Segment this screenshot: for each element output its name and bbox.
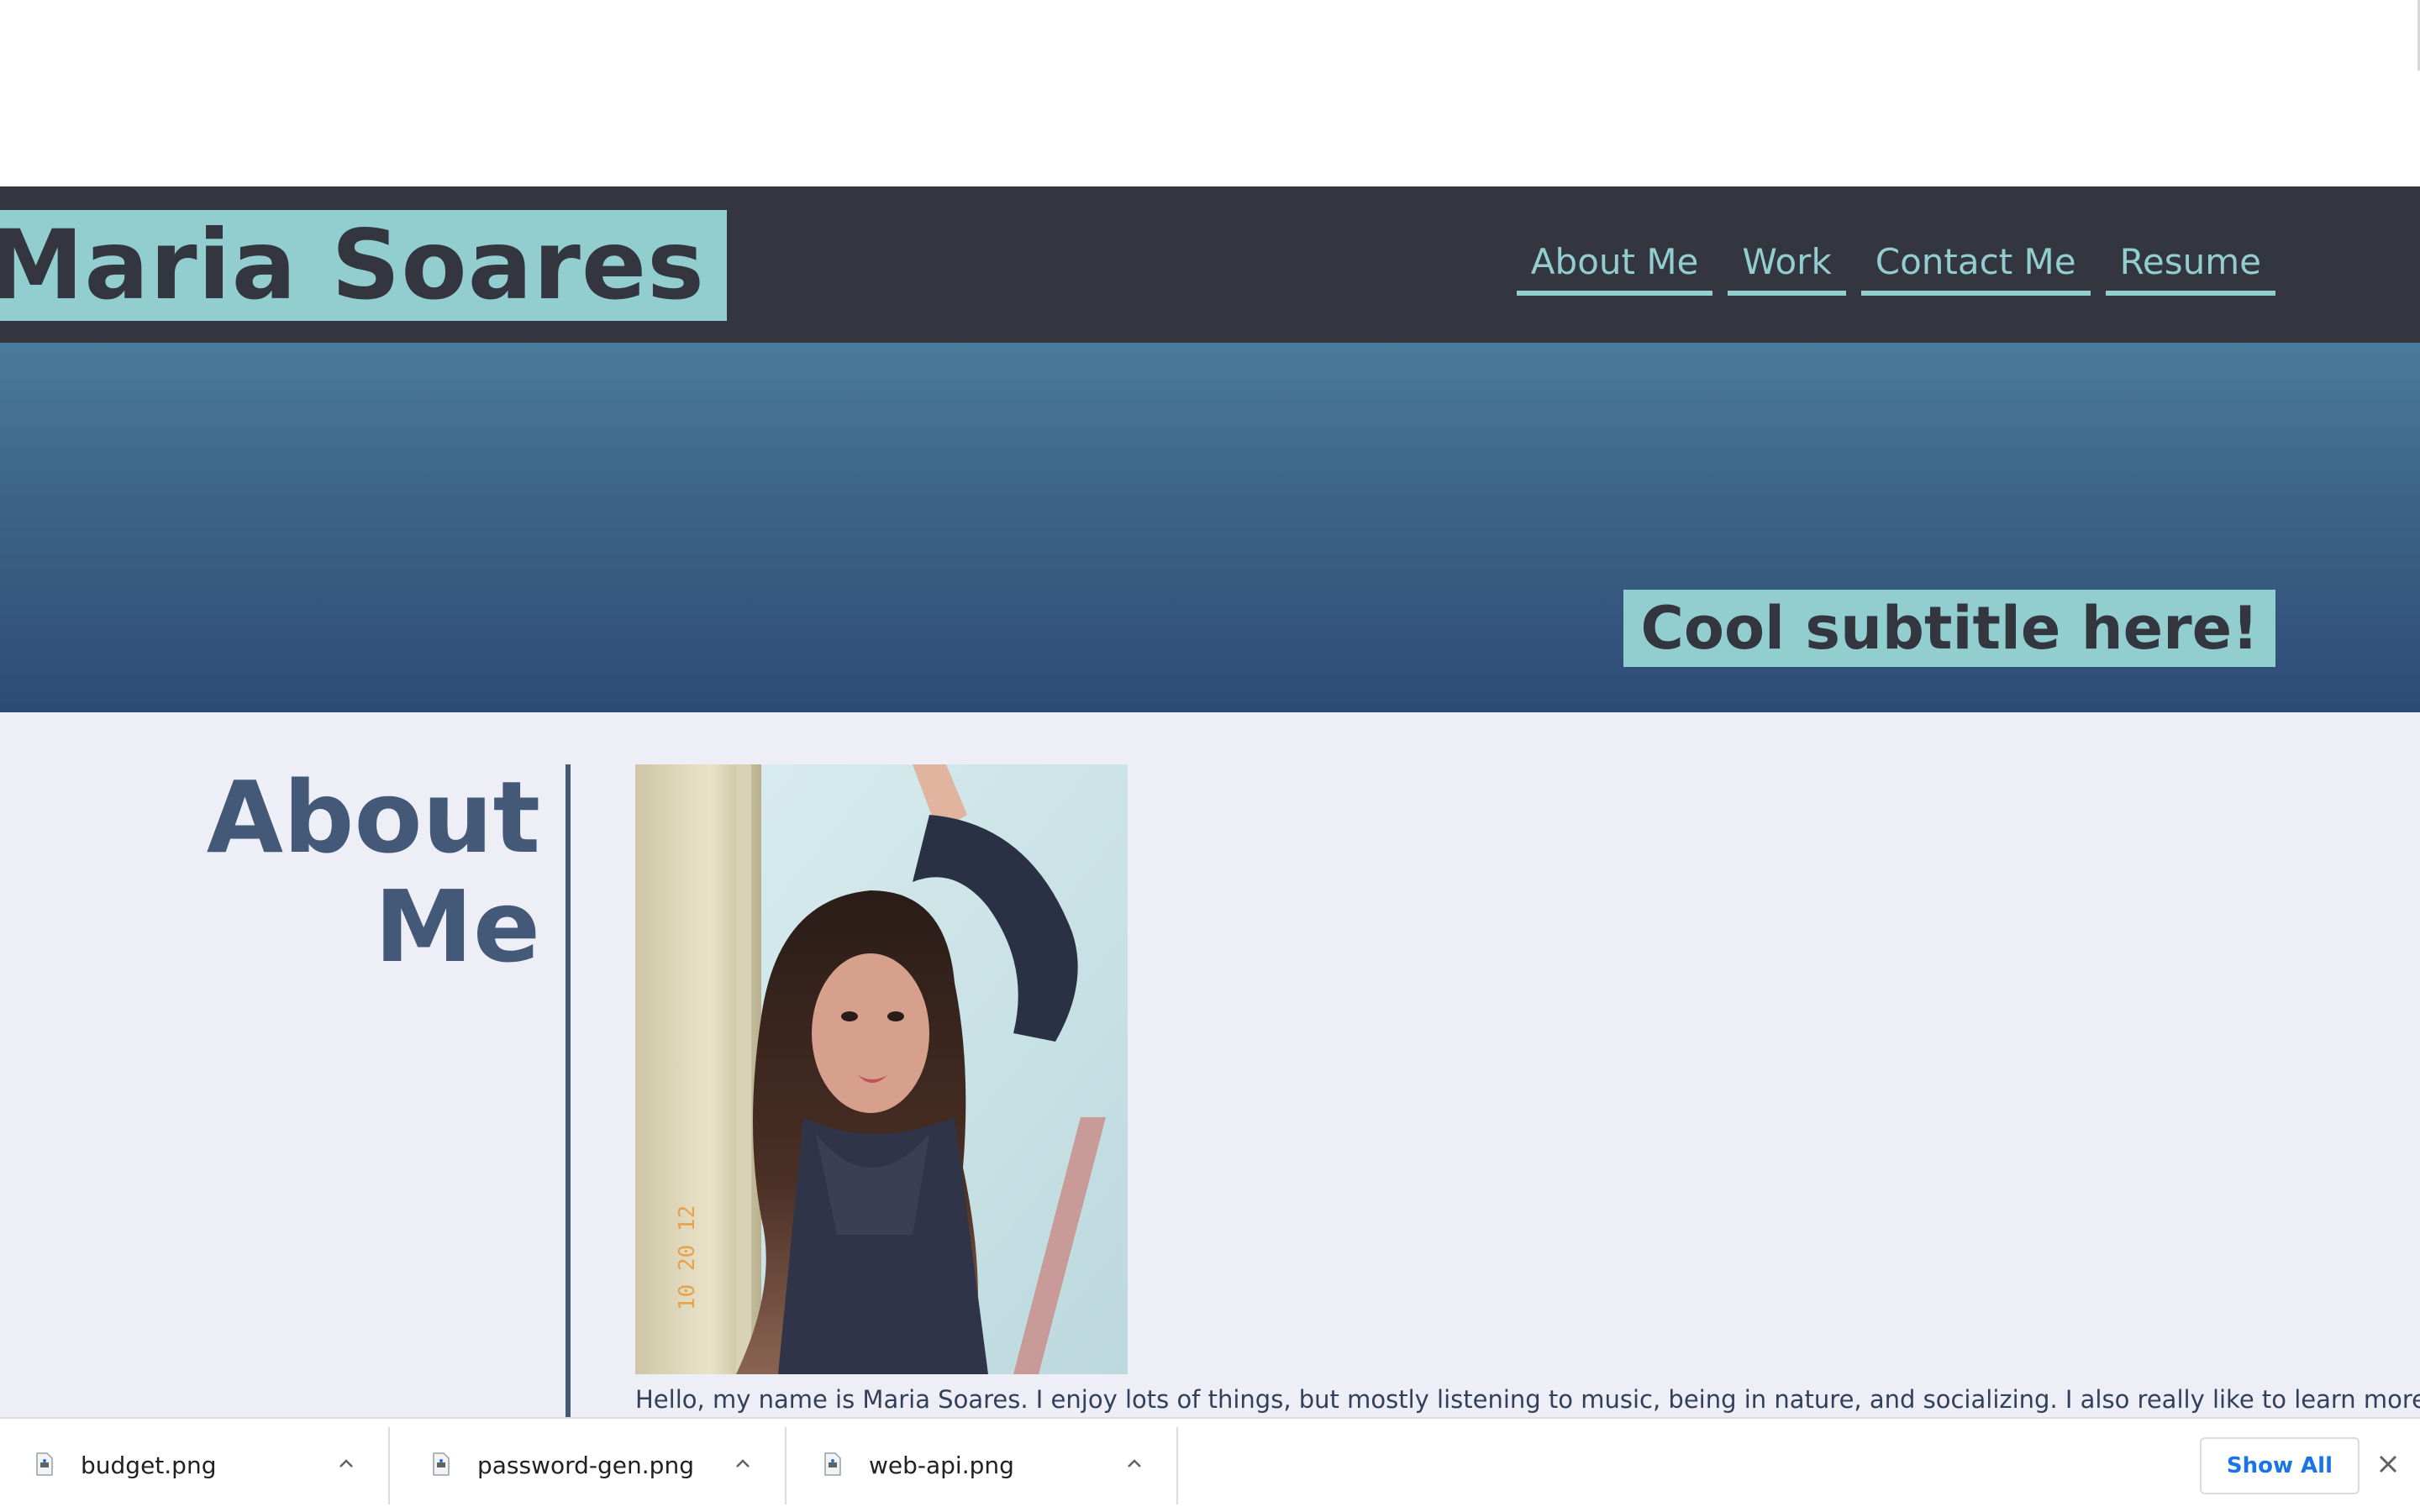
file-icon (36, 1452, 53, 1476)
show-all-button[interactable]: Show All (2199, 1437, 2360, 1494)
hero-banner: Cool subtitle here! (0, 343, 2420, 712)
download-filename: password-gen.png (477, 1452, 694, 1479)
download-bar: budget.png password-gen.png web-api.png … (0, 1417, 2420, 1512)
close-icon[interactable] (2375, 1451, 2402, 1478)
download-filename: budget.png (81, 1452, 217, 1479)
about-heading: About Me (187, 763, 540, 981)
main-nav: About Me Work Contact Me Resume (1516, 239, 2275, 296)
nav-link-about-me[interactable]: About Me (1516, 239, 1713, 296)
profile-photo: 10 20 12 (635, 764, 1128, 1374)
nav-link-resume[interactable]: Resume (2105, 239, 2275, 296)
subtitle-box: Cool subtitle here! (1623, 590, 2275, 667)
svg-text:10 20 12: 10 20 12 (675, 1205, 700, 1310)
site-title: Maria Soares (0, 209, 705, 321)
download-filename: web-api.png (869, 1452, 1014, 1479)
file-icon (824, 1452, 841, 1476)
file-icon (433, 1452, 450, 1476)
about-section: About Me 10 20 12 Hello, my name is Mari… (0, 712, 2420, 1418)
about-heading-line1: About (206, 759, 540, 875)
section-divider (566, 764, 571, 1418)
nav-link-work[interactable]: Work (1728, 239, 1846, 296)
nav-link-contact-me[interactable]: Contact Me (1860, 239, 2091, 296)
hero-subtitle: Cool subtitle here! (1640, 594, 2259, 663)
site-title-box: Maria Soares (0, 210, 727, 321)
download-item[interactable]: budget.png (0, 1427, 390, 1504)
site-header: Maria Soares About Me Work Contact Me Re… (0, 186, 2420, 343)
chevron-up-icon[interactable] (336, 1454, 356, 1474)
download-item[interactable]: password-gen.png (397, 1427, 786, 1504)
download-item[interactable]: web-api.png (788, 1427, 1178, 1504)
chevron-up-icon[interactable] (1124, 1454, 1144, 1474)
chevron-up-icon[interactable] (733, 1454, 753, 1474)
about-heading-line2: Me (374, 869, 540, 984)
browser-blank-area (0, 0, 2420, 186)
about-paragraph: Hello, my name is Maria Soares. I enjoy … (635, 1385, 2420, 1414)
